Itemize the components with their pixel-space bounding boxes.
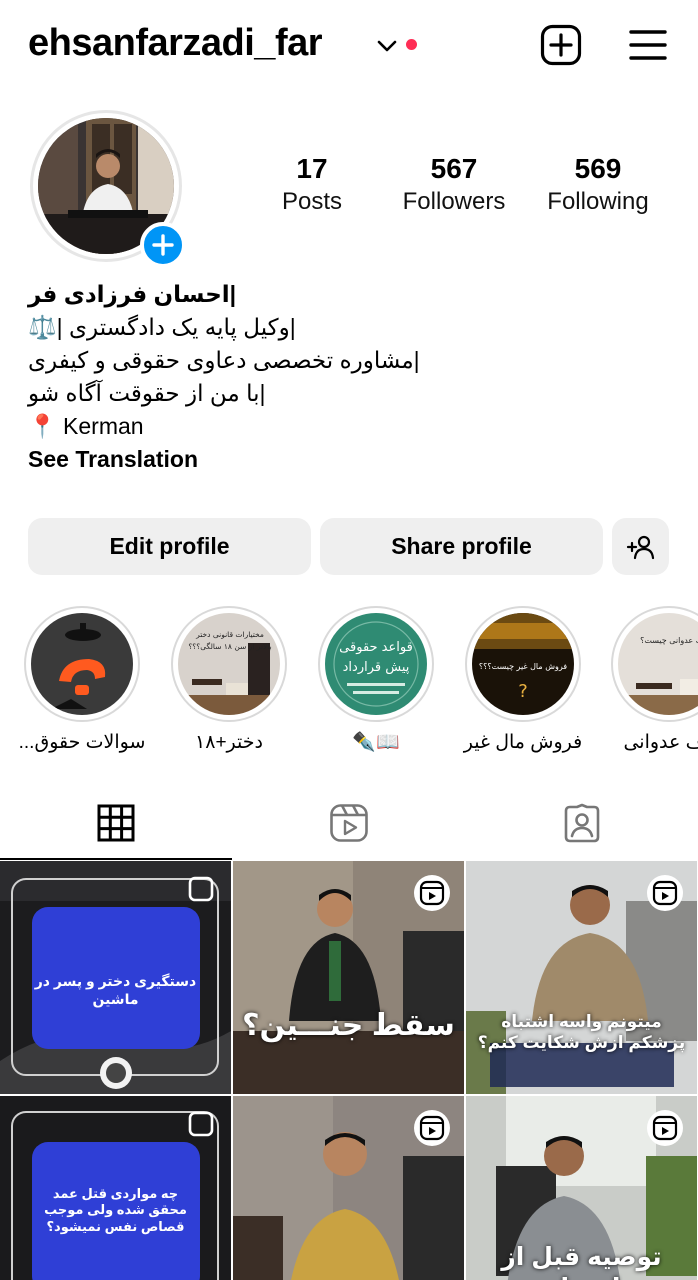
grid-post[interactable]: توصیه قبل از ازدواج <box>466 1096 697 1280</box>
bio-line-1: |وکیل پایه یک دادگستری |⚖️ <box>28 314 296 340</box>
highlight-item[interactable]: فروش مال غیر چیست؟؟؟ ? فروش مال غیر <box>458 606 588 756</box>
grid-icon <box>97 804 135 842</box>
story-highlights: سوالات حقوق... مختیارات قانونی دختر بالا… <box>0 606 698 766</box>
chevron-down-icon[interactable] <box>376 36 398 56</box>
add-person-icon <box>626 535 654 559</box>
grid-post[interactable] <box>233 1096 464 1280</box>
followers-count: 567 <box>430 153 478 184</box>
reel-icon <box>414 875 450 911</box>
username-title[interactable]: ehsanfarzadi_far <box>28 22 323 65</box>
hamburger-menu-icon[interactable] <box>628 26 668 64</box>
highlight-cover-text-5: رف عدوانی چیست؟ <box>640 636 698 645</box>
followers-stat[interactable]: 567 Followers <box>396 152 512 218</box>
post-caption: چه مواردی قتل عمد محقق شده ولی موجب قصاص… <box>44 1186 187 1234</box>
highlight-item[interactable]: قواعد حقوقی پیش قرارداد 📖✒️ <box>311 606 441 756</box>
highlight-cover: رف عدوانی چیست؟ <box>618 613 698 715</box>
post-caption: میتونم واسه اشتباه پزشکم ازش شکایت کنم؟ <box>477 1012 686 1053</box>
highlight-cover-text-3b: پیش قرارداد <box>343 660 410 675</box>
grid-post[interactable]: سقط جنـــین؟ <box>233 861 464 1094</box>
highlight-cover-text-2b: بالاتر از سن ۱۸ سالگی؟؟؟ <box>188 642 271 651</box>
plus-square-icon[interactable] <box>540 24 582 66</box>
following-stat[interactable]: 569 Following <box>540 152 656 218</box>
highlight-label: سوالات حقوق... <box>18 732 146 753</box>
posts-grid: دستگیری دختر و پسر در ماشین سقط جنـــین؟ <box>0 861 698 1280</box>
tab-reels[interactable] <box>233 786 465 860</box>
carousel-icon <box>188 1111 214 1137</box>
bio-line-3: |با من از حقوقت آگاه شو <box>28 380 266 406</box>
reels-icon <box>330 804 368 842</box>
followers-label: Followers <box>402 188 506 215</box>
following-label: Following <box>547 188 649 215</box>
post-caption: توصیه قبل از ازدواج <box>501 1243 662 1280</box>
highlight-ring: قواعد حقوقی پیش قرارداد <box>318 606 434 722</box>
posts-count: 17 <box>296 153 328 184</box>
discover-people-button[interactable] <box>612 518 669 575</box>
highlight-label: فروش مال غیر <box>463 732 583 753</box>
bio-name: |احسان فرزادی فر <box>28 281 237 307</box>
tab-posts-grid[interactable] <box>0 786 232 860</box>
highlight-label: دختر+۱۸ <box>195 732 263 753</box>
highlight-item[interactable]: مختیارات قانونی دختر بالاتر از سن ۱۸ سال… <box>164 606 294 756</box>
grid-post[interactable]: دستگیری دختر و پسر در ماشین <box>0 861 231 1094</box>
highlight-cover-text-2a: مختیارات قانونی دختر <box>195 630 264 639</box>
highlight-cover-text-4: فروش مال غیر چیست؟؟؟ <box>479 662 567 671</box>
share-profile-button[interactable]: Share profile <box>320 518 603 575</box>
plus-icon <box>152 234 174 256</box>
tagged-person-icon <box>564 803 600 843</box>
highlight-ring: مختیارات قانونی دختر بالاتر از سن ۱۸ سال… <box>171 606 287 722</box>
post-caption: سقط جنـــین؟ <box>242 1009 455 1042</box>
highlight-label: رف عدوانی <box>623 732 698 753</box>
bio-line-2: |مشاوره تخصصی دعاوی حقوقی و کیفری <box>28 347 420 373</box>
profile-tabs <box>0 786 698 860</box>
posts-stat[interactable]: 17 Posts <box>270 152 354 218</box>
highlight-cover: مختیارات قانونی دختر بالاتر از سن ۱۸ سال… <box>178 613 280 715</box>
highlight-cover: قواعد حقوقی پیش قرارداد <box>325 613 427 715</box>
reel-icon <box>414 1110 450 1146</box>
highlight-cover: فروش مال غیر چیست؟؟؟ ? <box>472 613 574 715</box>
highlight-ring: فروش مال غیر چیست؟؟؟ ? <box>465 606 581 722</box>
reel-icon <box>647 1110 683 1146</box>
highlight-item[interactable]: رف عدوانی چیست؟ رف عدوانی <box>604 606 698 756</box>
highlight-cover-mark-4: ? <box>518 681 528 702</box>
add-story-button[interactable] <box>140 222 186 268</box>
reel-icon <box>647 875 683 911</box>
highlight-cover-text-3a: قواعد حقوقی <box>339 640 413 655</box>
bio-location: 📍 Kerman <box>28 413 144 439</box>
active-tab-indicator <box>0 858 232 860</box>
post-caption: دستگیری دختر و پسر در ماشین <box>34 973 197 1007</box>
following-count: 569 <box>574 153 622 184</box>
carousel-icon <box>188 876 214 902</box>
grid-post[interactable]: میتونم واسه اشتباه پزشکم ازش شکایت کنم؟ <box>466 861 697 1094</box>
highlight-ring: رف عدوانی چیست؟ <box>611 606 698 722</box>
bio: |احسان فرزادی فر |وکیل پایه یک دادگستری … <box>28 278 668 476</box>
see-translation-link[interactable]: See Translation <box>28 443 668 476</box>
grid-post[interactable]: چه مواردی قتل عمد محقق شده ولی موجب قصاص… <box>0 1096 231 1280</box>
posts-label: Posts <box>281 188 343 215</box>
highlight-ring <box>24 606 140 722</box>
highlight-item[interactable]: سوالات حقوق... <box>17 606 147 756</box>
notification-dot <box>406 39 417 50</box>
highlight-label: 📖✒️ <box>352 732 400 753</box>
tab-tagged[interactable] <box>466 786 698 860</box>
highlight-cover <box>31 613 133 715</box>
edit-profile-button[interactable]: Edit profile <box>28 518 311 575</box>
top-bar: ehsanfarzadi_far <box>0 0 698 92</box>
